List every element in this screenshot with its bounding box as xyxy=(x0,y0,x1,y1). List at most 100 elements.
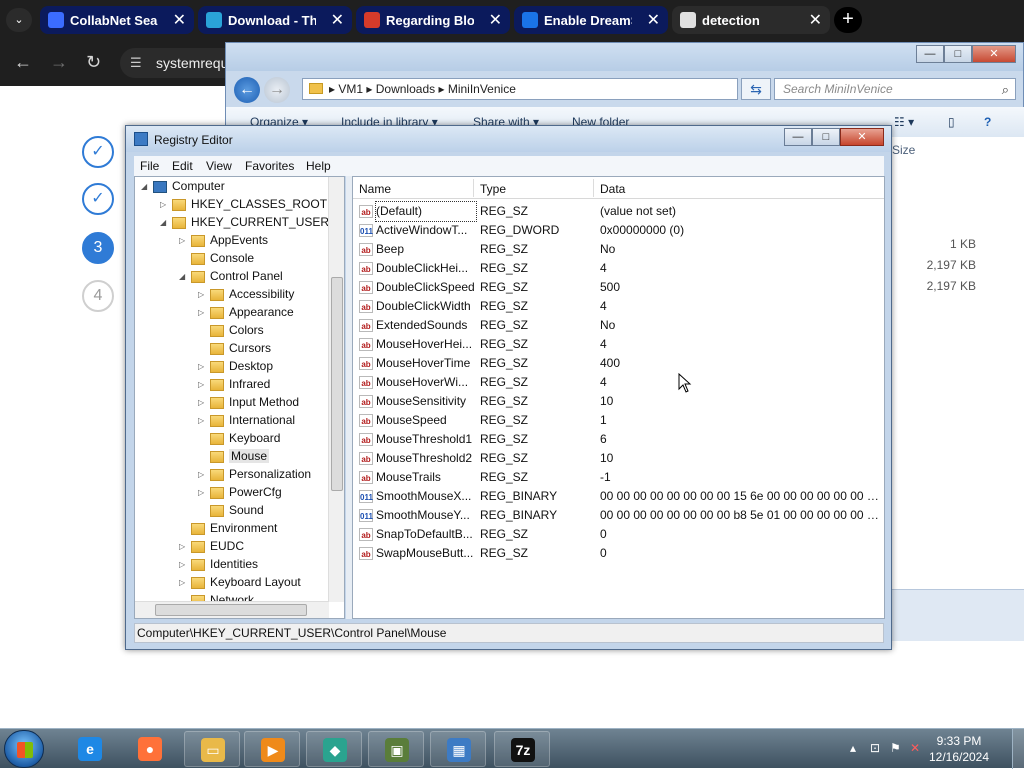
registry-value-row[interactable]: ab DoubleClickSpeed REG_SZ 500 xyxy=(353,278,884,297)
address-bar[interactable]: ☰ systemrequ xyxy=(120,48,240,78)
tree-node[interactable]: ▷ Infrared xyxy=(198,375,270,393)
taskbar-button[interactable]: ◆ xyxy=(306,731,362,767)
tab-close-icon[interactable]: ✕ xyxy=(809,10,822,30)
tree-node[interactable]: ▷ EUDC xyxy=(179,537,244,555)
explorer-maximize-button[interactable]: □ xyxy=(944,45,972,63)
tree-node[interactable]: ▷ Accessibility xyxy=(198,285,294,303)
breadcrumb-item[interactable]: MiniInVenice xyxy=(448,82,516,96)
column-divider[interactable] xyxy=(473,179,474,197)
registry-value-row[interactable]: ab MouseThreshold1 REG_SZ 6 xyxy=(353,430,884,449)
help-icon[interactable]: ? xyxy=(984,115,991,129)
explorer-minimize-button[interactable]: — xyxy=(916,45,944,63)
registry-value-row[interactable]: ab Beep REG_SZ No xyxy=(353,240,884,259)
volume-muted-icon[interactable]: ✕ xyxy=(910,741,920,755)
tab-search-button[interactable]: ⌄ xyxy=(6,8,32,32)
taskbar-button[interactable]: e xyxy=(62,731,118,767)
registry-value-row[interactable]: ab ExtendedSounds REG_SZ No xyxy=(353,316,884,335)
expand-arrow-icon[interactable]: ▷ xyxy=(198,466,208,484)
tray-expand-icon[interactable]: ▴ xyxy=(850,741,856,755)
reload-button[interactable]: ↻ xyxy=(86,52,101,73)
tree-vertical-scrollbar[interactable] xyxy=(328,177,344,602)
taskbar-button[interactable]: 7z xyxy=(494,731,550,767)
browser-tab[interactable]: CollabNet SearX ✕ xyxy=(40,6,194,34)
registry-key-tree[interactable]: Network ▷ Keyboard Layout ▷ Identities ▷ EUDC E… xyxy=(134,176,345,619)
registry-value-row[interactable]: ab DoubleClickWidth REG_SZ 4 xyxy=(353,297,884,316)
menu-favorites[interactable]: Favorites xyxy=(245,159,294,173)
registry-value-row[interactable]: ab MouseSpeed REG_SZ 1 xyxy=(353,411,884,430)
explorer-search-input[interactable]: Search MiniInVenice ⌕ xyxy=(774,78,1016,100)
preview-pane-icon[interactable]: ▯ xyxy=(948,115,955,129)
start-button[interactable] xyxy=(4,730,44,768)
tree-node[interactable]: ▷ AppEvents xyxy=(179,231,268,249)
collapse-arrow-icon[interactable]: ◢ xyxy=(141,178,151,196)
explorer-back-button[interactable]: ← xyxy=(234,77,260,103)
registry-value-row[interactable]: ab MouseTrails REG_SZ -1 xyxy=(353,468,884,487)
tree-node[interactable]: Mouse xyxy=(198,447,270,465)
browser-tab[interactable]: Enable DreamS ✕ xyxy=(514,6,668,34)
tree-node[interactable]: Console xyxy=(179,249,254,267)
registry-value-row[interactable]: ab (Default) REG_SZ (value not set) xyxy=(353,201,884,222)
tree-hscroll-thumb[interactable] xyxy=(155,604,307,616)
expand-arrow-icon[interactable]: ▷ xyxy=(198,358,208,376)
breadcrumb-item[interactable]: VM1 xyxy=(338,82,363,96)
collapse-arrow-icon[interactable]: ◢ xyxy=(179,268,189,286)
tree-node[interactable]: ◢ Control Panel xyxy=(179,267,283,285)
menu-view[interactable]: View xyxy=(206,159,232,173)
new-tab-button[interactable]: + xyxy=(834,7,862,33)
breadcrumb-separator[interactable]: ▸ xyxy=(363,82,376,96)
expand-arrow-icon[interactable]: ▷ xyxy=(198,304,208,322)
tree-node[interactable]: ▷ International xyxy=(198,411,295,429)
tree-node[interactable]: Sound xyxy=(198,501,264,519)
tree-node[interactable]: ▷ Input Method xyxy=(198,393,299,411)
breadcrumb-separator[interactable]: ▸ xyxy=(329,82,338,96)
taskbar-button[interactable]: ▣ xyxy=(368,731,424,767)
tree-node[interactable]: ▷ Keyboard Layout xyxy=(179,573,301,591)
explorer-address-bar[interactable]: ▸ VM1 ▸ Downloads ▸ MiniInVenice xyxy=(302,78,738,100)
explorer-forward-button[interactable]: → xyxy=(264,77,290,103)
registry-value-row[interactable]: ab MouseHoverHei... REG_SZ 4 xyxy=(353,335,884,354)
regedit-minimize-button[interactable]: — xyxy=(784,128,812,146)
forward-button[interactable]: → xyxy=(50,52,68,73)
site-info-icon[interactable]: ☰ xyxy=(130,48,142,78)
tree-node[interactable]: ▷ Identities xyxy=(179,555,258,573)
breadcrumb-item[interactable]: Downloads xyxy=(376,82,435,96)
expand-arrow-icon[interactable]: ▷ xyxy=(198,376,208,394)
tree-node[interactable]: ▷ PowerCfg xyxy=(198,483,282,501)
menu-help[interactable]: Help xyxy=(306,159,331,173)
browser-tab[interactable]: detection ✕ xyxy=(672,6,830,34)
show-desktop-button[interactable] xyxy=(1012,729,1024,769)
menu-file[interactable]: File xyxy=(140,159,159,173)
network-icon[interactable]: ⊡ xyxy=(870,741,880,755)
tree-node[interactable]: ▷ Appearance xyxy=(198,303,294,321)
tab-close-icon[interactable]: ✕ xyxy=(331,10,344,30)
tree-node[interactable]: ▷ Personalization xyxy=(198,465,311,483)
tab-close-icon[interactable]: ✕ xyxy=(173,10,186,30)
tree-node[interactable]: Cursors xyxy=(198,339,271,357)
expand-arrow-icon[interactable]: ▷ xyxy=(198,394,208,412)
collapse-arrow-icon[interactable]: ◢ xyxy=(160,214,170,232)
registry-value-row[interactable]: ab SnapToDefaultB... REG_SZ 0 xyxy=(353,525,884,544)
clock[interactable]: 9:33 PM 12/16/2024 xyxy=(924,733,994,765)
registry-value-row[interactable]: ab DoubleClickHei... REG_SZ 4 xyxy=(353,259,884,278)
registry-value-row[interactable]: ab MouseHoverWi... REG_SZ 4 xyxy=(353,373,884,392)
taskbar-button[interactable]: ▶ xyxy=(244,731,300,767)
expand-arrow-icon[interactable]: ▷ xyxy=(179,574,189,592)
expand-arrow-icon[interactable]: ▷ xyxy=(198,484,208,502)
breadcrumb-separator[interactable]: ▸ xyxy=(435,82,448,96)
tree-node[interactable]: Environment xyxy=(179,519,277,537)
expand-arrow-icon[interactable]: ▷ xyxy=(198,286,208,304)
registry-value-row[interactable]: ab SwapMouseButt... REG_SZ 0 xyxy=(353,544,884,563)
tree-scroll-thumb[interactable] xyxy=(331,277,343,491)
taskbar-button[interactable]: ▦ xyxy=(430,731,486,767)
action-center-icon[interactable]: ⚑ xyxy=(890,741,901,755)
column-type[interactable]: Type xyxy=(480,182,506,196)
size-column-header[interactable]: Size xyxy=(892,143,915,157)
registry-value-row[interactable]: 011 ActiveWindowT... REG_DWORD 0x00000000 (… xyxy=(353,221,884,240)
tab-close-icon[interactable]: ✕ xyxy=(489,10,502,30)
column-data[interactable]: Data xyxy=(600,182,625,196)
regedit-maximize-button[interactable]: □ xyxy=(812,128,840,146)
column-divider[interactable] xyxy=(593,179,594,197)
back-button[interactable]: ← xyxy=(14,52,32,73)
menu-edit[interactable]: Edit xyxy=(172,159,193,173)
regedit-close-button[interactable]: ✕ xyxy=(840,128,884,146)
